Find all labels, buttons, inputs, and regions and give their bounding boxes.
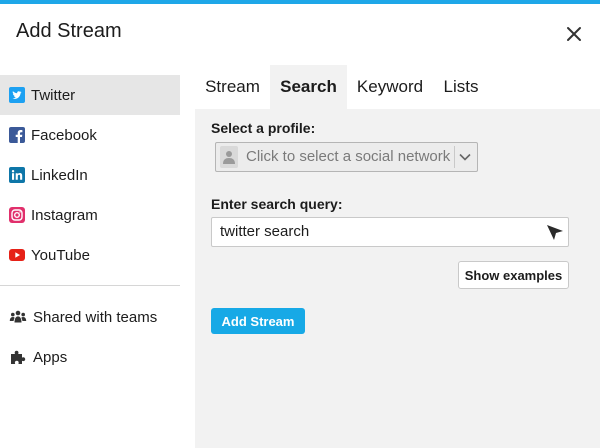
sidebar-item-label: Apps [33,348,68,366]
sidebar-item-youtube[interactable]: YouTube [0,235,180,275]
sidebar-item-label: LinkedIn [31,166,88,184]
sidebar-item-label: Instagram [31,206,98,224]
facebook-icon [9,127,25,143]
avatar [220,146,238,168]
chevron-down-icon[interactable] [454,146,475,168]
send-arrow-icon[interactable] [546,223,564,241]
user-icon [223,151,235,164]
tab-search[interactable]: Search [270,65,347,109]
search-query-input[interactable]: twitter search [211,217,569,247]
search-panel: Select a profile: Click to select a soci… [195,109,600,448]
sidebar: Twitter Facebook LinkedIn Instagram YouT… [0,75,180,275]
profile-label: Select a profile: [211,120,316,136]
sidebar-item-label: Twitter [31,86,76,104]
youtube-icon [9,249,25,261]
sidebar-item-instagram[interactable]: Instagram [0,195,180,235]
tab-lists[interactable]: Lists [433,65,489,109]
dialog-title: Add Stream [16,20,122,42]
stream-type-tabs: Stream Search Keyword Lists [195,65,489,109]
teams-icon [9,310,27,323]
sidebar-item-twitter[interactable]: Twitter [0,75,180,115]
tab-stream[interactable]: Stream [195,65,270,109]
sidebar-item-label: Shared with teams [33,308,158,326]
close-icon [567,27,581,41]
profile-select-placeholder: Click to select a social network [246,148,451,165]
sidebar-divider [0,285,180,286]
sidebar-item-label: Facebook [31,126,97,144]
search-query-value: twitter search [220,223,310,240]
profile-select[interactable]: Click to select a social network [215,142,478,172]
close-button[interactable] [562,22,586,46]
puzzle-icon [11,350,26,364]
sidebar-item-shared-with-teams[interactable]: Shared with teams [0,297,180,337]
tab-keyword[interactable]: Keyword [347,65,433,109]
sidebar-item-linkedin[interactable]: LinkedIn [0,155,180,195]
instagram-icon [9,207,25,223]
add-stream-button[interactable]: Add Stream [211,308,305,334]
sidebar-item-apps[interactable]: Apps [0,337,180,377]
sidebar-item-label: YouTube [31,246,90,264]
query-label: Enter search query: [211,196,343,212]
top-accent-bar [0,0,600,4]
sidebar-item-facebook[interactable]: Facebook [0,115,180,155]
twitter-icon [9,87,25,103]
linkedin-icon [9,167,25,183]
show-examples-button[interactable]: Show examples [458,261,569,289]
